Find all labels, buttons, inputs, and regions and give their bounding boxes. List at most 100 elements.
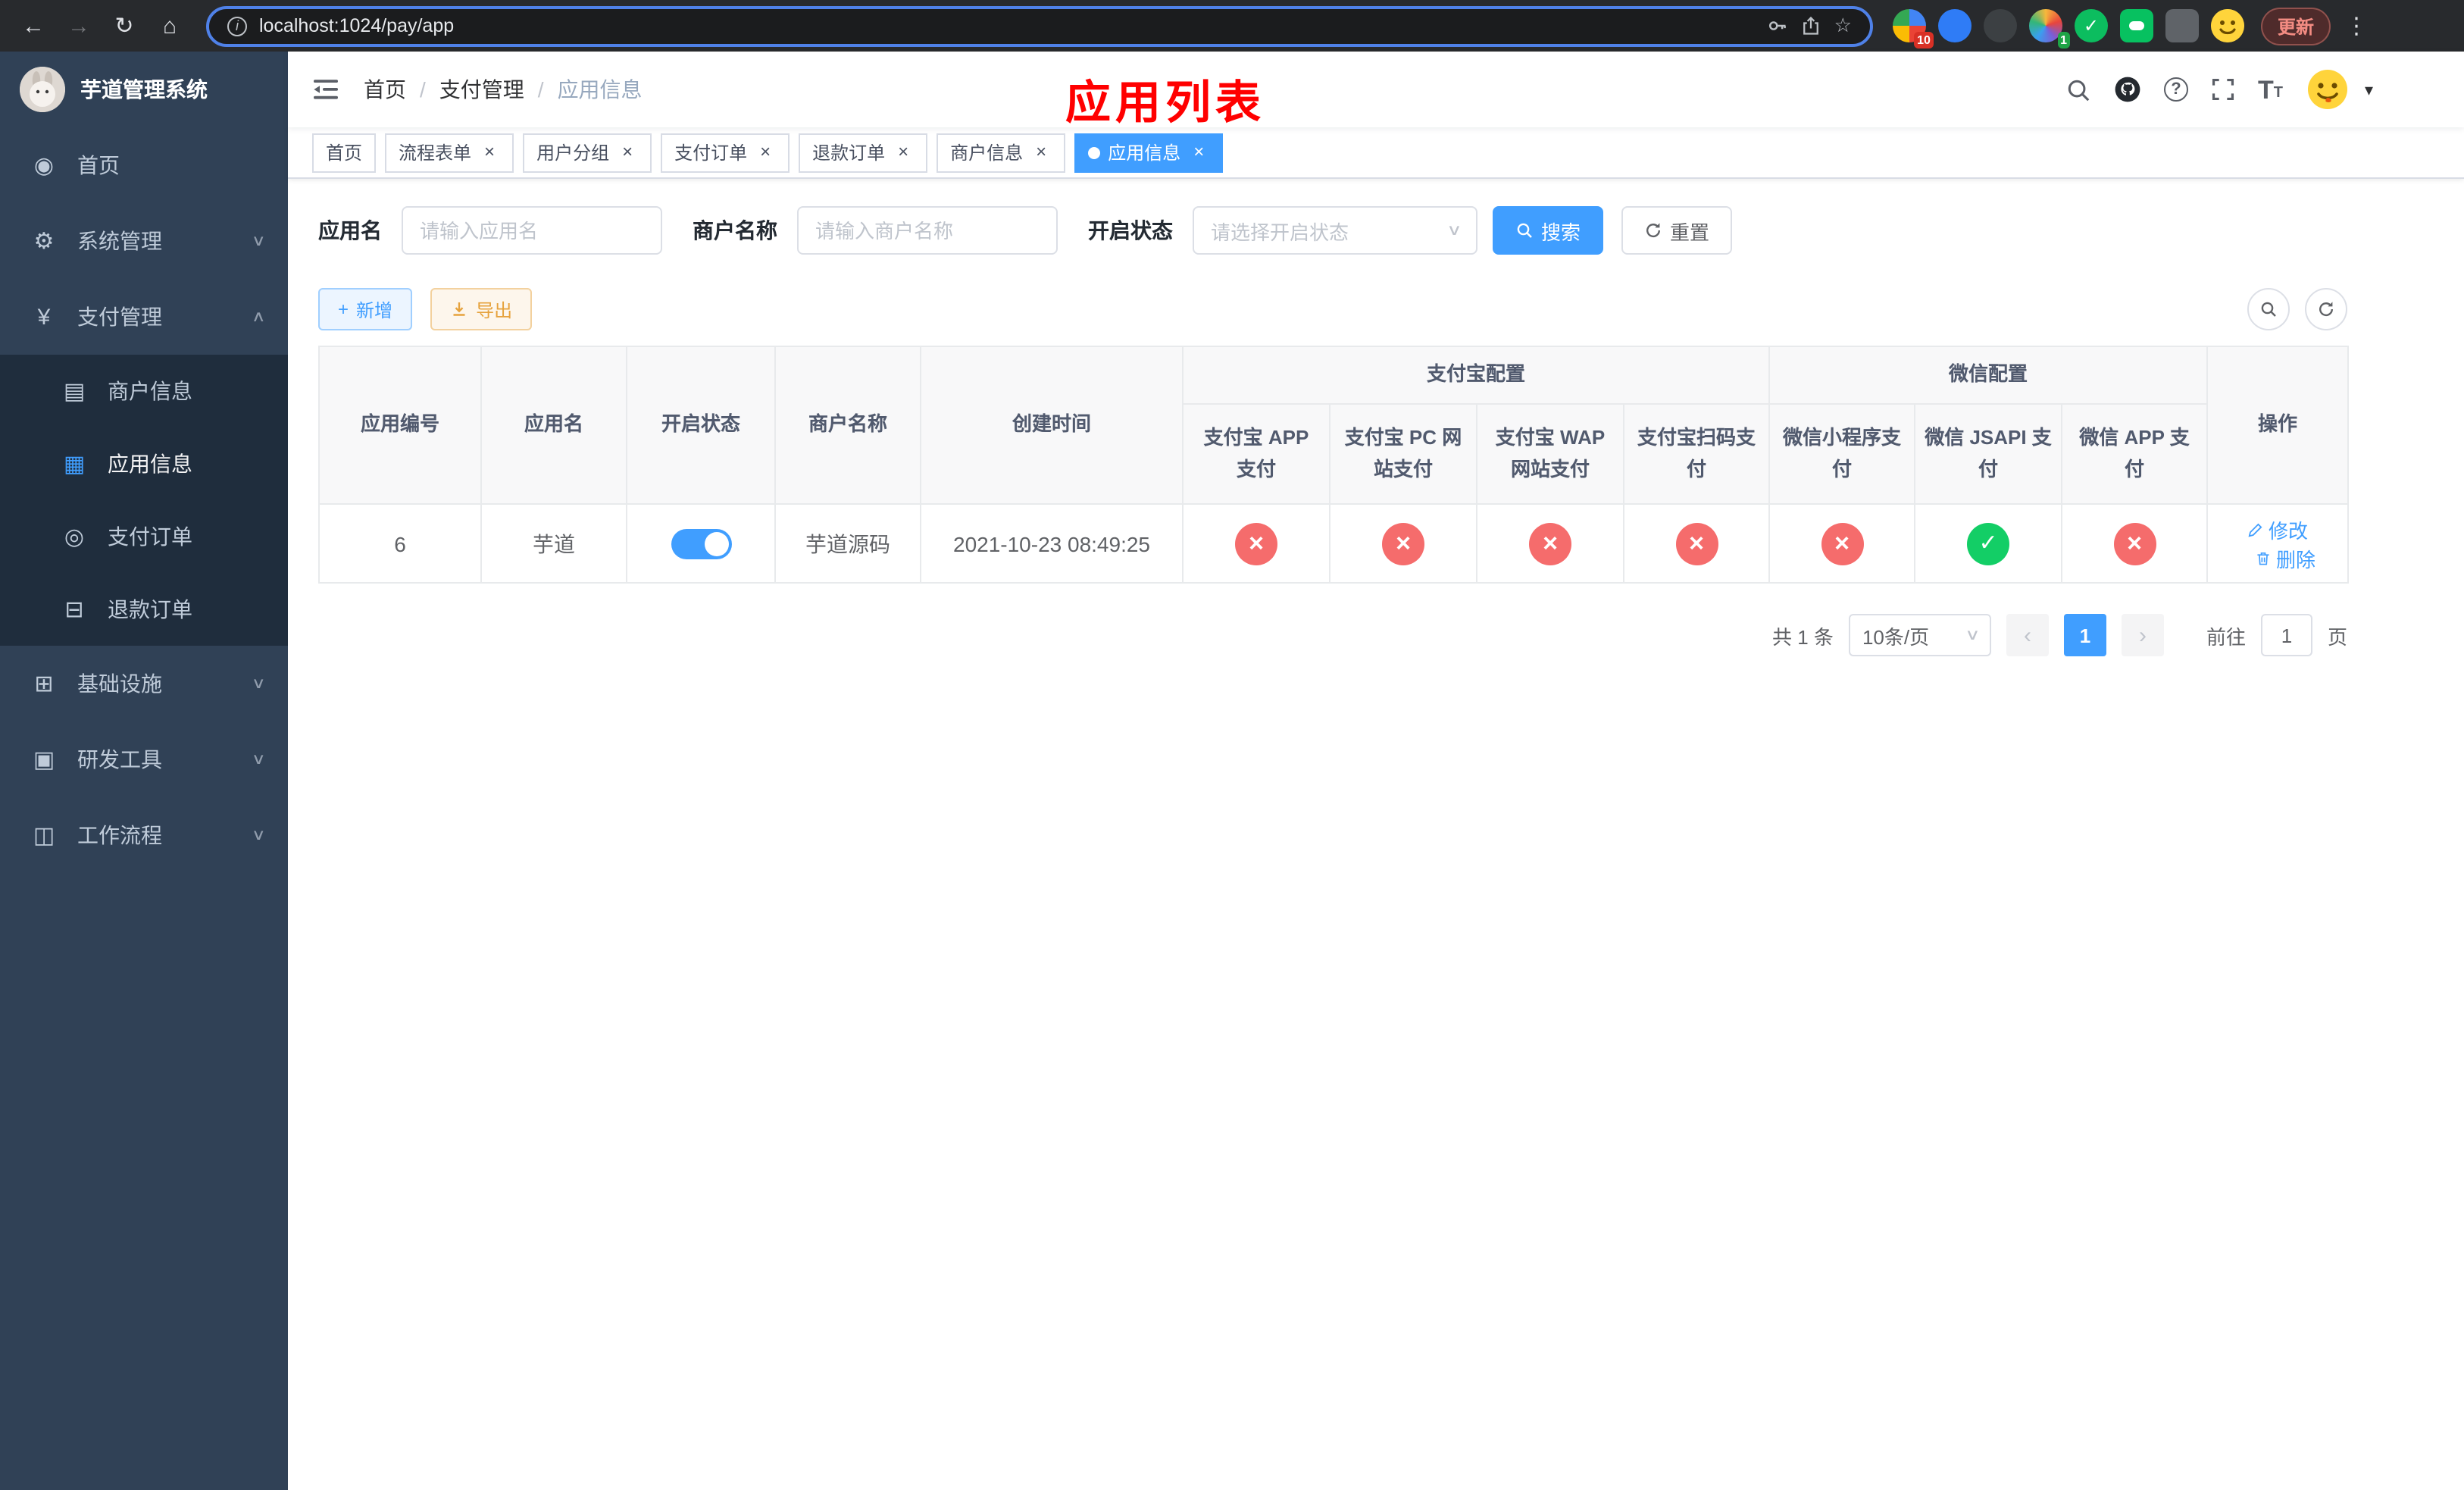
yen-icon: ¥ [37, 304, 51, 330]
extension-icon-dark[interactable] [1983, 9, 2017, 42]
github-icon[interactable] [2114, 76, 2141, 103]
add-button[interactable]: + 新增 [318, 288, 413, 330]
edit-button[interactable]: 修改 [2247, 515, 2308, 543]
chevron-down-icon: ∨ [251, 233, 266, 249]
sidebar-collapse-icon[interactable] [312, 76, 339, 103]
col-group-wechat: 微信配置 [1768, 346, 2209, 405]
close-icon[interactable]: × [893, 141, 914, 163]
sidebar-item-payment-mgmt[interactable]: ¥ 支付管理 ∧ [0, 279, 288, 355]
sidebar-item-label: 系统管理 [77, 229, 162, 253]
sidebar-item-merchant-info[interactable]: ▤ 商户信息 [0, 355, 288, 427]
tab-flow-form[interactable]: 流程表单 × [385, 133, 514, 172]
col-wechat-jsapi: 微信 JSAPI 支付 [1914, 403, 2063, 505]
refresh-button[interactable] [2305, 288, 2347, 330]
tab-app-info[interactable]: 应用信息 × [1074, 133, 1224, 172]
sidebar-item-label: 首页 [77, 153, 120, 177]
logo-avatar [20, 67, 65, 112]
browser-menu-icon[interactable]: ⋮ [2343, 12, 2370, 39]
chevron-up-icon: ∧ [251, 308, 266, 325]
prev-page-button[interactable]: ‹ [2006, 614, 2049, 656]
tab-pay-order[interactable]: 支付订单 × [661, 133, 790, 172]
page-size-select[interactable]: 10条/页 ∨ [1848, 614, 1991, 656]
col-alipay-wap: 支付宝 WAP 网站支付 [1476, 403, 1624, 505]
extension-icon-rainbow[interactable]: 1 [2028, 9, 2070, 49]
update-button[interactable]: 更新 [2260, 7, 2331, 45]
sidebar-item-refund-order[interactable]: ⊟ 退款订单 [0, 573, 288, 646]
home-icon[interactable]: ⌂ [149, 5, 191, 47]
browser-toolbar: ← → ↻ ⌂ localhost:1024/pay/app ☆ 10 1 [0, 0, 2464, 52]
app-shell: 芋道管理系统 ◉ 首页 ⚙ 系统管理 ∨ ¥ 支付管理 ∧ ▤ 商户信息 ▦ 应… [0, 52, 2464, 1490]
toggle-search-button[interactable] [2247, 288, 2290, 330]
extension-icon-wechat-devtools[interactable] [2119, 9, 2153, 42]
share-icon[interactable] [1801, 15, 1822, 36]
export-button[interactable]: 导出 [430, 288, 533, 330]
cell-merchant-name: 芋道源码 [774, 503, 921, 584]
sidebar-item-system-mgmt[interactable]: ⚙ 系统管理 ∨ [0, 203, 288, 279]
font-size-icon[interactable] [2258, 77, 2283, 102]
app-title: 芋道管理系统 [80, 77, 208, 102]
breadcrumb-home[interactable]: 首页 [364, 74, 406, 105]
tab-merchant-info[interactable]: 商户信息 × [937, 133, 1066, 172]
merchant-name-input[interactable] [797, 206, 1058, 255]
forward-icon[interactable]: → [58, 5, 100, 47]
breadcrumb-payment[interactable]: 支付管理 [439, 74, 524, 105]
sidebar-item-label: 应用信息 [108, 452, 192, 476]
extension-icon-colorful-grid[interactable]: 10 [1892, 9, 1934, 49]
app-name-input[interactable] [402, 206, 662, 255]
search-button[interactable]: 搜索 [1493, 206, 1604, 255]
tab-user-group[interactable]: 用户分组 × [523, 133, 652, 172]
sidebar-item-home[interactable]: ◉ 首页 [0, 127, 288, 203]
reset-button[interactable]: 重置 [1621, 206, 1733, 255]
status-select[interactable]: 请选择开启状态 ∨ [1193, 206, 1477, 255]
navbar-actions: ▾ [2065, 67, 2373, 112]
search-icon[interactable] [2065, 77, 2091, 102]
help-icon[interactable] [2163, 77, 2188, 102]
extension-icon-puzzle[interactable] [2165, 9, 2199, 42]
col-wechat-app: 微信 APP 支付 [2061, 403, 2209, 505]
extension-icon-blue[interactable] [1937, 9, 1972, 42]
sidebar-item-dev-tools[interactable]: ▣ 研发工具 ∨ [0, 722, 288, 797]
sidebar-item-infrastructure[interactable]: ⊞ 基础设施 ∨ [0, 646, 288, 722]
navbar: 首页 / 支付管理 / 应用信息 应用列表 ? T T ▾ [288, 52, 2464, 129]
infrastructure-icon: ⊞ [34, 671, 54, 697]
profile-avatar-icon[interactable] [2210, 9, 2244, 42]
sidebar-item-label: 研发工具 [77, 747, 162, 772]
plus-icon: + [338, 299, 349, 320]
close-icon[interactable]: × [755, 141, 776, 163]
page-content: 应用名 商户名称 开启状态 请选择开启状态 ∨ [288, 179, 2464, 656]
delete-button[interactable]: 删除 [2255, 543, 2315, 572]
close-icon[interactable]: × [1030, 141, 1052, 163]
table-toolbar: + 新增 导出 [318, 288, 2347, 330]
url-bar[interactable]: localhost:1024/pay/app ☆ [206, 5, 1873, 46]
password-key-icon[interactable] [1768, 15, 1789, 36]
caret-down-icon[interactable]: ▾ [2365, 80, 2373, 99]
tab-home[interactable]: 首页 [312, 133, 377, 172]
sidebar-item-app-info[interactable]: ▦ 应用信息 [0, 427, 288, 500]
pagination: 共 1 条 10条/页 ∨ ‹ 1 › 前往 页 [318, 614, 2347, 656]
next-page-button[interactable]: › [2121, 614, 2164, 656]
extension-icon-green-check[interactable] [2074, 9, 2108, 42]
cell-app-name: 芋道 [480, 503, 627, 584]
site-info-icon[interactable] [227, 16, 247, 36]
sidebar-item-pay-order[interactable]: ◎ 支付订单 [0, 500, 288, 573]
close-icon[interactable]: × [617, 141, 638, 163]
url-text[interactable]: localhost:1024/pay/app [259, 15, 454, 36]
back-icon[interactable]: ← [12, 5, 55, 47]
sidebar-item-workflow[interactable]: ◫ 工作流程 ∨ [0, 797, 288, 873]
goto-page-input[interactable] [2260, 614, 2312, 656]
close-icon[interactable]: × [1188, 141, 1209, 163]
page-1-button[interactable]: 1 [2063, 614, 2106, 656]
chevron-down-icon: ∨ [251, 675, 266, 692]
col-group-alipay: 支付宝配置 [1181, 346, 1771, 405]
status-toggle[interactable] [671, 528, 731, 559]
tab-refund-order[interactable]: 退款订单 × [799, 133, 928, 172]
user-avatar[interactable] [2305, 67, 2351, 112]
bookmark-star-icon[interactable]: ☆ [1834, 14, 1852, 38]
fullscreen-icon[interactable] [2211, 77, 2235, 102]
dev-tools-icon: ▣ [33, 747, 55, 773]
breadcrumb-current: 应用信息 [557, 77, 643, 102]
close-icon[interactable]: × [479, 141, 500, 163]
reload-icon[interactable]: ↻ [103, 5, 145, 47]
col-wechat-mini: 微信小程序支付 [1768, 403, 1916, 505]
pagination-total: 共 1 条 [1772, 625, 1834, 648]
